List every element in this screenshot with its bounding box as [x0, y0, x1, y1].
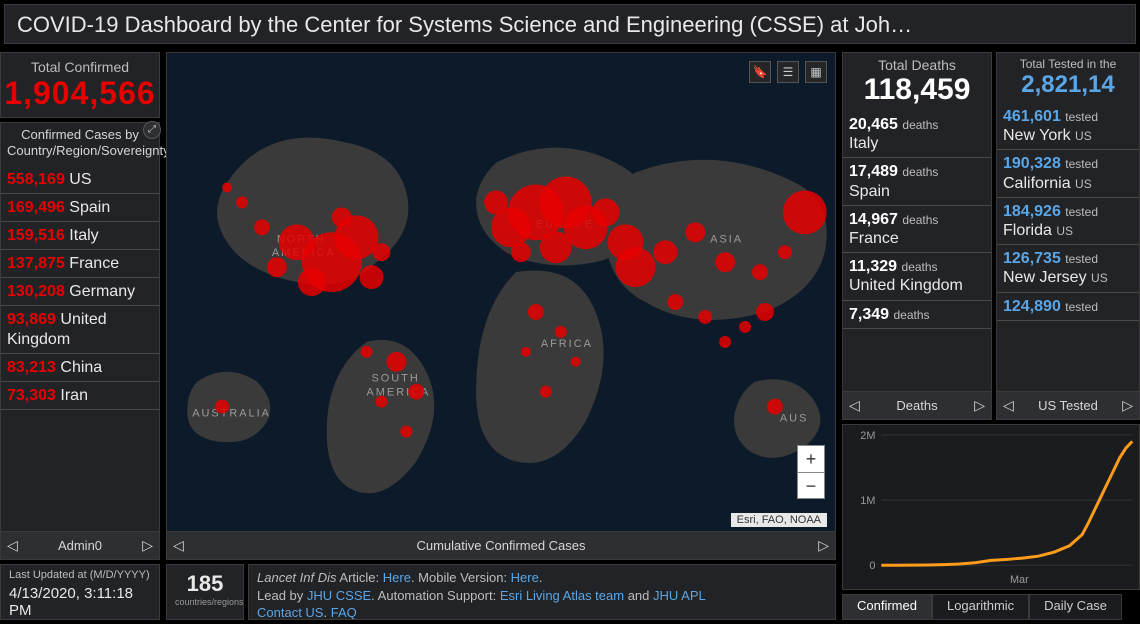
zoom-in-button[interactable]: +	[798, 446, 824, 472]
basemap-icon[interactable]: ▦	[805, 61, 827, 83]
svg-text:2M: 2M	[860, 430, 875, 442]
map-prev[interactable]: ◁	[173, 537, 184, 554]
cases-list: 558,169 US169,496 Spain159,516 Italy137,…	[1, 166, 159, 411]
map-label-au1: AUSTRALIA	[192, 408, 271, 420]
confirmed-chart: 0 1M 2M Mar	[842, 424, 1140, 590]
list-item[interactable]: 558,169 US	[1, 166, 159, 194]
list-item[interactable]: 137,875 France	[1, 250, 159, 278]
tested-nav-label: US Tested	[1038, 398, 1098, 413]
updated-label: Last Updated at (M/D/YYYY)	[9, 569, 151, 581]
cases-panel-heading: Confirmed Cases by Country/Region/Sovere…	[1, 123, 159, 166]
tested-next[interactable]: ▷	[1122, 397, 1133, 414]
tested-label: Total Tested in the	[997, 53, 1139, 71]
credits-panel: Lancet Inf Dis Article: Here. Mobile Ver…	[248, 564, 836, 620]
svg-text:Mar: Mar	[1010, 574, 1029, 586]
list-item[interactable]: 124,890 tested	[997, 293, 1139, 321]
tested-panel: Total Tested in the 2,821,14 461,601 tes…	[996, 52, 1140, 420]
cases-prev[interactable]: ◁	[7, 537, 18, 554]
map-attribution: Esri, FAO, NOAA	[731, 513, 827, 527]
list-item[interactable]: 130,208 Germany	[1, 278, 159, 306]
world-map[interactable]: NORTH AMERICA SOUTH AMERICA EUROPE AFRIC…	[166, 52, 836, 560]
list-item[interactable]: 184,926 testedFlorida US	[997, 198, 1139, 245]
countries-value: 185	[175, 571, 235, 597]
deaths-prev[interactable]: ◁	[849, 397, 860, 414]
list-item[interactable]: 17,489 deathsSpain	[843, 158, 991, 205]
list-item[interactable]: 93,869 United Kingdom	[1, 306, 159, 353]
tab-daily[interactable]: Daily Case	[1029, 594, 1122, 620]
cases-next[interactable]: ▷	[142, 537, 153, 554]
cases-nav-label: Admin0	[58, 538, 102, 553]
updated-value: 4/13/2020, 3:11:18 PM	[9, 585, 151, 619]
legend-icon[interactable]: ☰	[777, 61, 799, 83]
svg-text:1M: 1M	[860, 495, 875, 507]
map-next[interactable]: ▷	[818, 537, 829, 554]
deaths-list: 20,465 deathsItaly17,489 deathsSpain14,9…	[843, 111, 991, 329]
map-nav-label: Cumulative Confirmed Cases	[416, 538, 585, 553]
jhu-csse-link[interactable]: JHU CSSE	[307, 588, 371, 603]
total-confirmed-label: Total Confirmed	[1, 59, 159, 75]
cases-by-country-panel: ⤢ Confirmed Cases by Country/Region/Sove…	[0, 122, 160, 560]
svg-text:0: 0	[869, 560, 875, 572]
tested-value: 2,821,14	[997, 71, 1139, 99]
total-confirmed-panel: Total Confirmed 1,904,566	[0, 52, 160, 118]
list-item[interactable]: 11,329 deathsUnited Kingdom	[843, 253, 991, 300]
list-item[interactable]: 14,967 deathsFrance	[843, 206, 991, 253]
map-nav-strip: ◁ Cumulative Confirmed Cases ▷	[167, 531, 835, 559]
deaths-nav-strip: ◁ Deaths ▷	[843, 391, 991, 419]
list-item[interactable]: 83,213 China	[1, 354, 159, 382]
list-item[interactable]: 126,735 testedNew Jersey US	[997, 245, 1139, 292]
list-item[interactable]: 73,303 Iran	[1, 382, 159, 410]
map-label-af: AFRICA	[541, 338, 593, 350]
lancet-link[interactable]: Here	[383, 570, 411, 585]
tab-logarithmic[interactable]: Logarithmic	[932, 594, 1029, 620]
list-item[interactable]: 159,516 Italy	[1, 222, 159, 250]
tab-confirmed[interactable]: Confirmed	[842, 594, 932, 620]
jhu-apl-link[interactable]: JHU APL	[653, 588, 706, 603]
tested-prev[interactable]: ◁	[1003, 397, 1014, 414]
map-toolbar: 🔖 ☰ ▦	[749, 61, 827, 83]
chart-tabs: Confirmed Logarithmic Daily Case	[842, 594, 1140, 620]
bookmark-icon[interactable]: 🔖	[749, 61, 771, 83]
countries-label: countries/regions	[175, 597, 235, 607]
esri-link[interactable]: Esri Living Atlas team	[500, 588, 624, 603]
list-item[interactable]: 7,349 deaths	[843, 301, 991, 329]
list-item[interactable]: 190,328 testedCalifornia US	[997, 150, 1139, 197]
deaths-label: Total Deaths	[843, 53, 991, 73]
list-item[interactable]: 461,601 testedNew York US	[997, 103, 1139, 150]
cases-nav-strip: ◁ Admin0 ▷	[1, 531, 159, 559]
list-item[interactable]: 20,465 deathsItaly	[843, 111, 991, 158]
zoom-out-button[interactable]: −	[798, 472, 824, 498]
deaths-nav-label: Deaths	[896, 398, 937, 413]
expand-icon[interactable]: ⤢	[143, 121, 161, 139]
mobile-link[interactable]: Here	[511, 570, 539, 585]
tested-nav-strip: ◁ US Tested ▷	[997, 391, 1139, 419]
faq-link[interactable]: FAQ	[331, 605, 357, 620]
page-title: COVID-19 Dashboard by the Center for Sys…	[4, 4, 1136, 44]
zoom-control: + −	[797, 445, 825, 499]
list-item[interactable]: 169,496 Spain	[1, 194, 159, 222]
map-label-as: ASIA	[710, 233, 743, 245]
contact-link[interactable]: Contact US	[257, 605, 323, 620]
total-confirmed-value: 1,904,566	[1, 75, 159, 112]
map-label-sa: SOUTH	[372, 373, 420, 385]
deaths-panel: Total Deaths 118,459 20,465 deathsItaly1…	[842, 52, 992, 420]
tested-list: 461,601 testedNew York US190,328 testedC…	[997, 103, 1139, 321]
map-label-au2: AUS	[780, 413, 808, 425]
deaths-value: 118,459	[843, 73, 991, 107]
deaths-next[interactable]: ▷	[974, 397, 985, 414]
last-updated-panel: Last Updated at (M/D/YYYY) 4/13/2020, 3:…	[0, 564, 160, 620]
countries-count-panel: 185 countries/regions	[166, 564, 244, 620]
